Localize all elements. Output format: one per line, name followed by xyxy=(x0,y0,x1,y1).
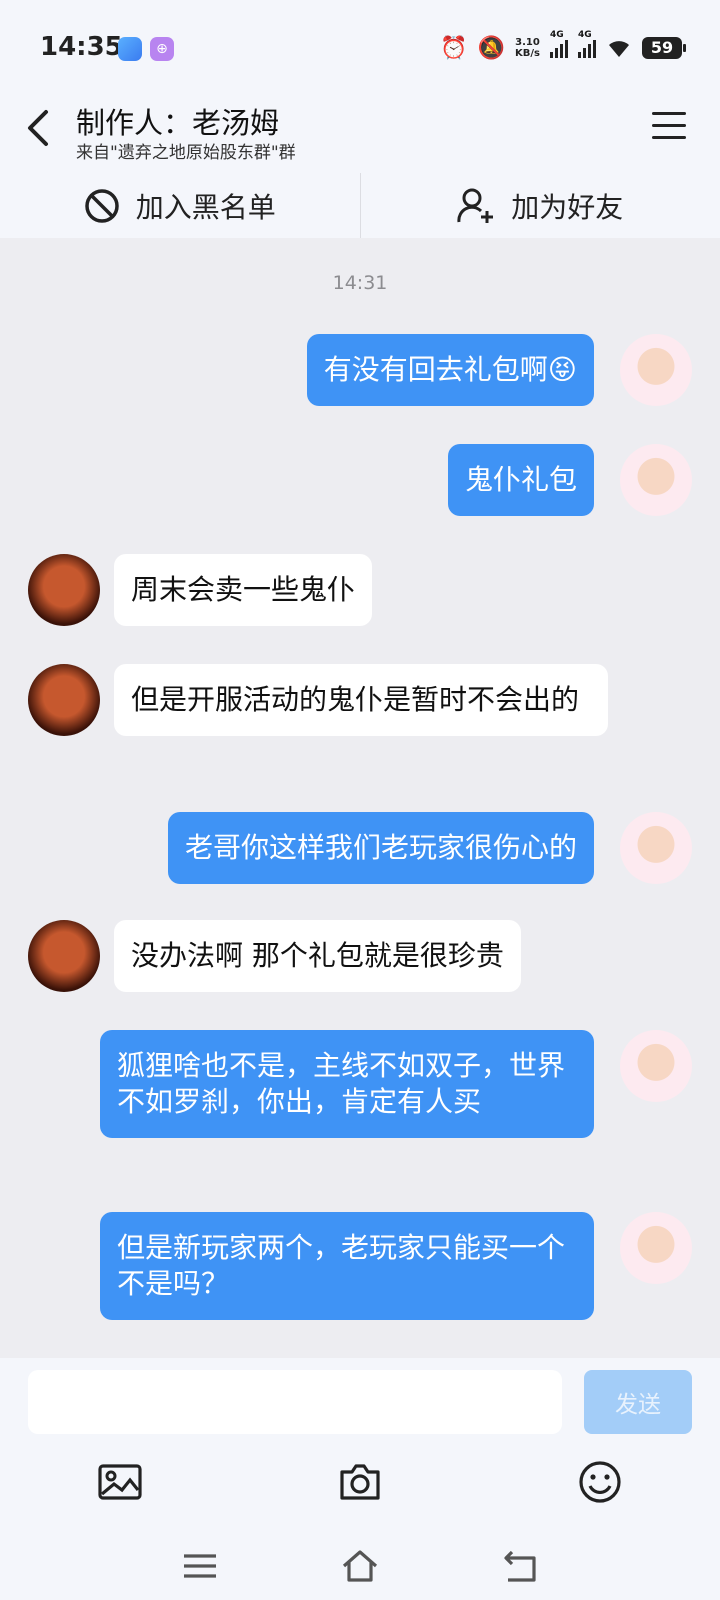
avatar[interactable] xyxy=(28,920,100,992)
avatar[interactable] xyxy=(620,812,692,884)
back-icon[interactable] xyxy=(22,106,58,150)
add-user-icon xyxy=(457,188,494,223)
chat-header: 制作人：老汤姆 来自"遗弃之地原始股东群"群 xyxy=(0,92,720,172)
avatar[interactable] xyxy=(620,444,692,516)
message-bubble-mine[interactable]: 老哥你这样我们老玩家很伤心的 xyxy=(167,812,594,884)
message-input[interactable] xyxy=(28,1370,562,1434)
mute-bell-icon: 🔕 xyxy=(477,35,506,61)
message-bubble-mine[interactable]: 有没有回去礼包啊😝 xyxy=(306,334,594,406)
emoji-icon[interactable] xyxy=(576,1458,624,1506)
avatar[interactable] xyxy=(620,1212,692,1284)
back-nav-icon[interactable] xyxy=(500,1546,540,1586)
avatar[interactable] xyxy=(620,1030,692,1102)
chat-title: 制作人：老汤姆 xyxy=(76,106,280,140)
message-bubble-theirs[interactable]: 没办法啊 那个礼包就是很珍贵 xyxy=(114,920,521,992)
chat-timestamp: 14:31 xyxy=(332,272,388,294)
message-bubble-mine[interactable]: 狐狸啥也不是，主线不如双子，世界不如罗刹，你出，肯定有人买 xyxy=(100,1030,594,1138)
chat-subtitle: 来自"遗弃之地原始股东群"群 xyxy=(76,143,296,163)
avatar[interactable] xyxy=(28,664,100,736)
message-bubble-theirs[interactable]: 但是开服活动的鬼仆是暂时不会出的 xyxy=(114,664,608,736)
message-bubble-mine[interactable]: 但是新玩家两个，老玩家只能买一个不是吗？ xyxy=(100,1212,594,1320)
action-bar: 加入黑名单 加为好友 xyxy=(0,172,720,238)
send-button[interactable]: 发送 xyxy=(584,1370,692,1434)
network-speed: 3.10 KB/s xyxy=(515,37,540,59)
signal-icon: 4G xyxy=(578,30,596,58)
message-bubble-theirs[interactable]: 周末会卖一些鬼仆 xyxy=(114,554,373,626)
menu-icon[interactable] xyxy=(652,112,686,142)
status-icons: ⏰ 🔕 3.10 KB/s 4G 4G 59 xyxy=(440,30,686,66)
status-bar: 14:35 ⊕ ⏰ 🔕 3.10 KB/s 4G 4G 59 xyxy=(0,0,720,92)
app-notification-icon xyxy=(118,37,142,61)
blacklist-label: 加入黑名单 xyxy=(135,190,276,224)
avatar[interactable] xyxy=(620,334,692,406)
wifi-icon xyxy=(609,41,629,57)
recent-apps-icon[interactable] xyxy=(180,1546,220,1586)
add-friend-label: 加为好友 xyxy=(511,190,624,224)
blacklist-button[interactable]: 加入黑名单 xyxy=(0,173,360,238)
image-icon[interactable] xyxy=(96,1458,144,1506)
app-notification-icon: ⊕ xyxy=(150,37,174,61)
add-friend-button[interactable]: 加为好友 xyxy=(361,173,720,238)
alarm-icon: ⏰ xyxy=(440,35,468,61)
avatar[interactable] xyxy=(28,554,100,626)
input-area: 发送 xyxy=(0,1358,720,1600)
camera-icon[interactable] xyxy=(336,1458,384,1506)
signal-icon: 4G xyxy=(550,30,568,58)
home-icon[interactable] xyxy=(340,1546,380,1586)
message-bubble-mine[interactable]: 鬼仆礼包 xyxy=(447,444,594,516)
battery-icon: 59 xyxy=(642,37,686,59)
block-icon xyxy=(84,188,119,223)
status-time: 14:35 xyxy=(40,32,123,62)
